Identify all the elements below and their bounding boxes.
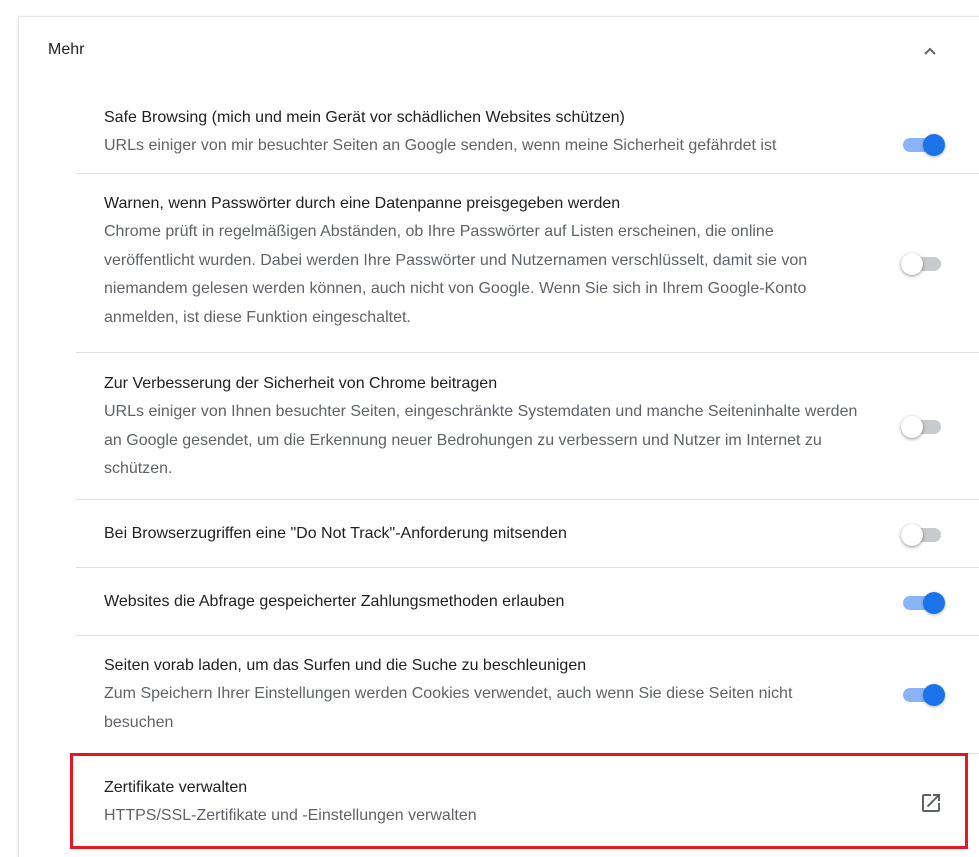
setting-title: Seiten vorab laden, um das Surfen und di… [104,657,587,674]
toggle-knob [923,684,945,706]
setting-title: Bei Browserzugriffen eine "Do Not Track"… [104,525,567,542]
setting-title: Zertifikate verwalten [104,779,248,796]
settings-page: Mehr Safe Browsing (mich und mein Gerät … [0,0,979,857]
setting-title: Websites die Abfrage gespeicherter Zahlu… [104,593,565,610]
preload-pages-toggle[interactable] [901,683,945,707]
setting-row-do-not-track: Bei Browserzugriffen eine "Do Not Track"… [76,499,979,567]
section-header-more[interactable]: Mehr [19,17,979,87]
setting-text: Websites die Abfrage gespeicherter Zahlu… [104,588,864,616]
setting-row-safe-browsing: Safe Browsing (mich und mein Gerät vor s… [76,90,979,173]
setting-text: Zertifikate verwalten HTTPS/SSL-Zertifik… [104,774,864,831]
settings-card: Mehr Safe Browsing (mich und mein Gerät … [18,16,979,857]
password-leak-toggle[interactable] [901,252,943,276]
setting-description: URLs einiger von Ihnen besuchter Seiten,… [104,403,858,477]
setting-text: Zur Verbesserung der Sicherheit von Chro… [104,370,864,484]
toggle-knob [901,524,923,546]
payment-methods-toggle[interactable] [901,591,945,615]
chevron-up-icon[interactable] [922,45,938,57]
toggle-knob [901,253,923,275]
safe-browsing-toggle[interactable] [901,133,945,157]
setting-description: Zum Speichern Ihrer Einstellungen werden… [104,685,793,731]
setting-description: HTTPS/SSL-Zertifikate und -Einstellungen… [104,807,477,824]
setting-title: Safe Browsing (mich und mein Gerät vor s… [104,109,625,126]
setting-row-improve-security: Zur Verbesserung der Sicherheit von Chro… [76,352,979,499]
improve-security-toggle[interactable] [901,415,943,439]
setting-row-preload-pages: Seiten vorab laden, um das Surfen und di… [76,635,979,753]
toggle-knob [901,416,923,438]
toggle-knob [923,134,945,156]
setting-title: Warnen, wenn Passwörter durch eine Daten… [104,195,621,212]
open-in-new-icon[interactable] [919,791,943,815]
manage-certificates-row[interactable]: Zertifikate verwalten HTTPS/SSL-Zertifik… [76,753,979,857]
setting-text: Warnen, wenn Passwörter durch eine Daten… [104,190,864,332]
do-not-track-toggle[interactable] [901,523,943,547]
setting-description: URLs einiger von mir besuchter Seiten an… [104,137,777,154]
setting-text: Seiten vorab laden, um das Surfen und di… [104,652,864,737]
setting-text: Safe Browsing (mich und mein Gerät vor s… [104,104,864,161]
setting-row-payment-methods: Websites die Abfrage gespeicherter Zahlu… [76,567,979,635]
section-title: Mehr [48,41,85,58]
setting-row-password-leak: Warnen, wenn Passwörter durch eine Daten… [76,173,979,352]
setting-title: Zur Verbesserung der Sicherheit von Chro… [104,375,498,392]
toggle-knob [923,592,945,614]
setting-description: Chrome prüft in regelmäßigen Abständen, … [104,223,808,326]
setting-text: Bei Browserzugriffen eine "Do Not Track"… [104,520,864,548]
